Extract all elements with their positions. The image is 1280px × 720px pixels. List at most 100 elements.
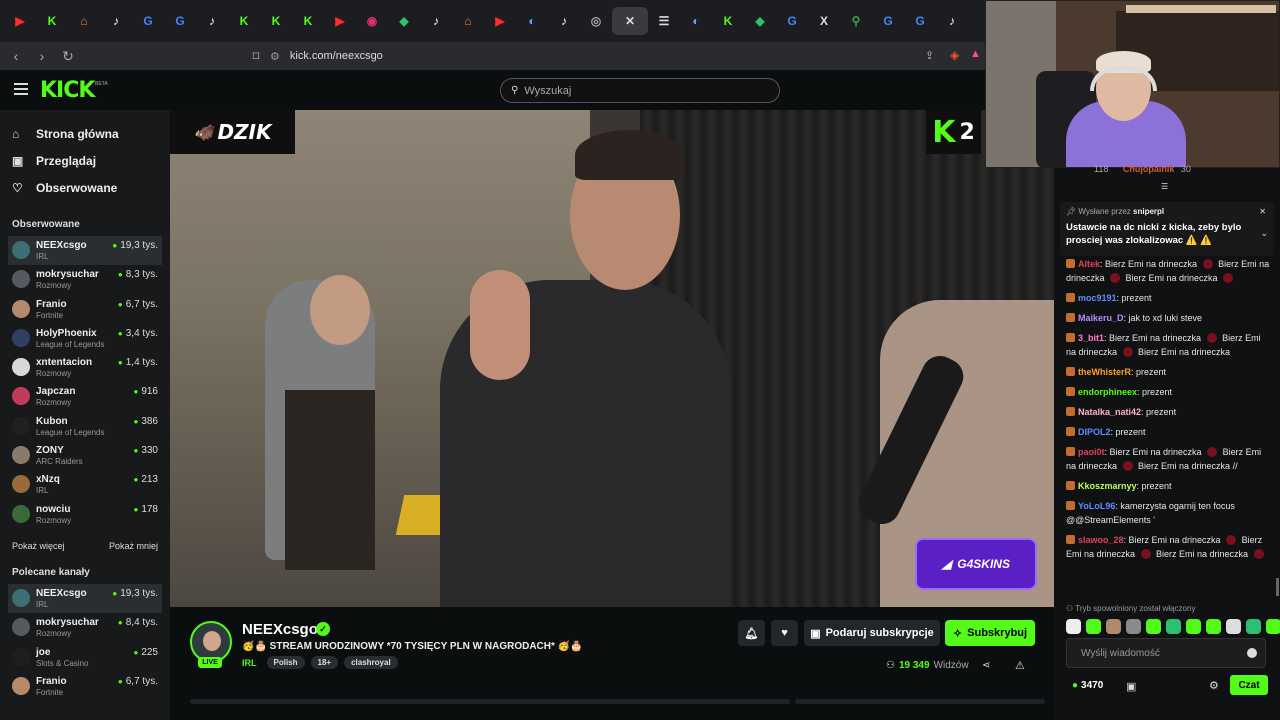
sidebar-nav-item[interactable]: ⌂ Strona główna: [0, 120, 170, 147]
sidebar-channel[interactable]: mokrysucharRozmowy 8,3 tys.: [0, 265, 170, 294]
sidebar-channel[interactable]: xntentacionRozmowy 1,4 tys.: [0, 353, 170, 382]
emote-icon[interactable]: [1146, 619, 1161, 634]
browser-tab[interactable]: ♪: [936, 7, 968, 35]
browser-tab[interactable]: ◎: [580, 7, 612, 35]
emote-icon[interactable]: [1266, 619, 1280, 634]
chat-username[interactable]: moc9191: [1078, 293, 1117, 303]
chat-username[interactable]: Maikeru_D: [1078, 313, 1124, 323]
sidebar-channel[interactable]: NEEXcsgoIRL 19,3 tys.: [8, 236, 162, 266]
brave-shield-icon[interactable]: ◈: [950, 48, 959, 62]
browser-tab[interactable]: ⌂: [452, 7, 484, 35]
gift-subs-button[interactable]: ▣ Podaruj subskrypcje: [804, 620, 940, 646]
url-field[interactable]: ⚙ kick.com/neexcsgo: [270, 46, 990, 66]
sidebar-channel[interactable]: FranioFortnite 6,7 tys.: [0, 295, 170, 324]
sidebar-channel[interactable]: nowciuRozmowy 178: [0, 500, 170, 529]
chat-username[interactable]: theWhisterR: [1078, 367, 1131, 377]
browser-tab[interactable]: ☰: [648, 7, 680, 35]
emote-icon[interactable]: [1226, 619, 1241, 634]
report-icon[interactable]: ⚠: [1015, 659, 1025, 672]
chat-username[interactable]: paoi0t: [1078, 447, 1105, 457]
emote-icon[interactable]: [1126, 619, 1141, 634]
sidebar-channel[interactable]: HolyPhoenixLeague of Legends 3,4 tys.: [0, 324, 170, 353]
browser-tab[interactable]: ⚲: [840, 7, 872, 35]
browser-tab[interactable]: K: [228, 7, 260, 35]
emote-icon[interactable]: [1206, 619, 1221, 634]
kick-logo[interactable]: KICK: [40, 78, 95, 103]
sidebar-channel[interactable]: xNzqIRL 213: [0, 470, 170, 499]
chat-username[interactable]: DIPOL2: [1078, 427, 1111, 437]
browser-tab[interactable]: K: [260, 7, 292, 35]
search-input[interactable]: ⚲ Wyszukaj: [500, 78, 780, 103]
browser-tab[interactable]: ◆: [388, 7, 420, 35]
browser-tab[interactable]: ◐: [680, 7, 712, 35]
sidebar-channel[interactable]: FranioFortnite 6,7 tys.: [0, 672, 170, 701]
sidebar-channel[interactable]: mokrysucharRozmowy 8,4 tys.: [0, 613, 170, 642]
emote-icon[interactable]: [1086, 619, 1101, 634]
browser-tab[interactable]: G: [132, 7, 164, 35]
chat-username[interactable]: endorphineex: [1078, 387, 1137, 397]
show-more-link[interactable]: Pokaż więcej: [12, 541, 65, 551]
tag-pill[interactable]: Polish: [266, 656, 305, 669]
pinned-message[interactable]: 📌︎ Wysłane przez sniperpl Ustawcie na dc…: [1060, 202, 1274, 256]
emoji-picker-icon[interactable]: [1247, 648, 1257, 658]
chat-username[interactable]: Kkoszmarnyy: [1078, 481, 1137, 491]
sidebar-channel[interactable]: JapczanRozmowy 916: [0, 382, 170, 411]
back-icon[interactable]: ‹: [6, 48, 26, 64]
sidebar-nav-item[interactable]: ♡ Obserwowane: [0, 174, 170, 201]
unpin-icon[interactable]: ✕: [1259, 207, 1266, 216]
sidebar-channel[interactable]: ZONYARC Raiders 330: [0, 441, 170, 470]
chat-top-username[interactable]: Chujopalnik: [1123, 164, 1175, 174]
chevron-down-icon[interactable]: ⌄: [1260, 228, 1268, 239]
video-player[interactable]: 🐗 DZIK K2 ◢ G4SKINS: [170, 110, 1054, 607]
chat-message-input[interactable]: Wyślij wiadomość: [1066, 638, 1266, 668]
browser-tab[interactable]: G: [904, 7, 936, 35]
browser-tab[interactable]: G: [776, 7, 808, 35]
emote-icon[interactable]: [1246, 619, 1261, 634]
follow-button[interactable]: ♥: [771, 620, 798, 646]
share-page-icon[interactable]: ⇪: [925, 49, 934, 62]
emote-icon[interactable]: [1166, 619, 1181, 634]
chat-username[interactable]: Altek: [1078, 259, 1100, 269]
browser-tab[interactable]: ▶: [324, 7, 356, 35]
browser-tab[interactable]: ♪: [196, 7, 228, 35]
browser-tab[interactable]: ♪: [548, 7, 580, 35]
sidebar-channel[interactable]: NEEXcsgoIRL 19,3 tys.: [8, 583, 162, 614]
chat-username[interactable]: 3_bit1: [1078, 333, 1104, 343]
browser-tab-active[interactable]: ✕: [612, 7, 648, 35]
browser-tab[interactable]: G: [872, 7, 904, 35]
emote-icon[interactable]: [1066, 619, 1081, 634]
reload-icon[interactable]: ↻: [58, 48, 78, 65]
channel-points[interactable]: 3470: [1072, 680, 1103, 691]
share-icon[interactable]: ⋖: [982, 660, 990, 671]
browser-tab[interactable]: K: [292, 7, 324, 35]
tag-pill[interactable]: 18+: [310, 656, 339, 669]
send-chat-button[interactable]: Czat: [1230, 675, 1268, 695]
sidebar-channel[interactable]: joeSlots & Casino 225: [0, 643, 170, 672]
pinned-by-user[interactable]: sniperpl: [1133, 207, 1164, 216]
browser-tab[interactable]: K: [712, 7, 744, 35]
settings-gear-icon[interactable]: ⚙: [1209, 679, 1219, 692]
browser-tab[interactable]: ♪: [420, 7, 452, 35]
show-less-link[interactable]: Pokaż mniej: [109, 541, 158, 551]
browser-tab[interactable]: G: [164, 7, 196, 35]
browser-tab[interactable]: ◉: [356, 7, 388, 35]
channel-name[interactable]: NEEXcsgo: [242, 621, 318, 638]
rewards-icon[interactable]: ▲: [970, 48, 981, 60]
gift-icon[interactable]: ▣: [1126, 680, 1136, 693]
chat-scrollbar[interactable]: [1276, 578, 1279, 596]
browser-tab[interactable]: K: [36, 7, 68, 35]
menu-icon[interactable]: [14, 83, 28, 95]
browser-tab[interactable]: X: [808, 7, 840, 35]
content-scrollbar[interactable]: [190, 699, 790, 704]
chat-username[interactable]: slawoo_28: [1078, 535, 1124, 545]
content-scrollbar-secondary[interactable]: [795, 699, 1045, 704]
bookmark-icon[interactable]: ⌑: [246, 48, 266, 65]
site-settings-icon[interactable]: ⚙: [270, 50, 280, 63]
tag-pill[interactable]: clashroyal: [344, 656, 398, 669]
chat-username[interactable]: YoLoL96: [1078, 501, 1115, 511]
browser-tab[interactable]: ▶: [4, 7, 36, 35]
sidebar-nav-item[interactable]: ▣ Przeglądaj: [0, 147, 170, 174]
emote-icon[interactable]: [1186, 619, 1201, 634]
emote-icon[interactable]: [1106, 619, 1121, 634]
stream-category[interactable]: IRL: [242, 658, 257, 668]
